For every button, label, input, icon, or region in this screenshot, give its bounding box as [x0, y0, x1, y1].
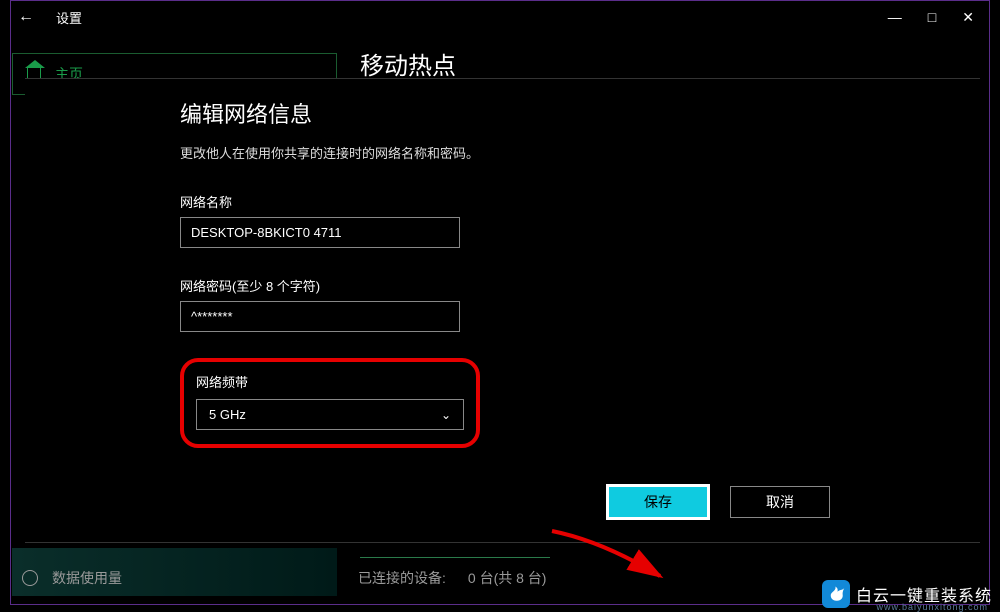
- titlebar: ← 设置 — □ ✕: [12, 2, 988, 32]
- dialog-description: 更改他人在使用你共享的连接时的网络名称和密码。: [180, 143, 825, 162]
- connected-devices: 已连接的设备: 0 台(共 8 台): [358, 568, 546, 588]
- main-content: 移动热点: [360, 40, 980, 81]
- close-button[interactable]: ✕: [962, 9, 974, 26]
- page-title: 移动热点: [360, 46, 980, 81]
- minimize-button[interactable]: —: [888, 9, 902, 26]
- back-button[interactable]: ←: [18, 8, 34, 26]
- network-band-value: 5 GHz: [209, 407, 246, 422]
- network-band-label: 网络频带: [196, 372, 464, 391]
- divider: [360, 556, 550, 558]
- dialog-title: 编辑网络信息: [180, 97, 825, 129]
- connected-devices-label: 已连接的设备:: [358, 568, 446, 588]
- network-name-label: 网络名称: [180, 192, 825, 211]
- chevron-down-icon: ⌄: [441, 408, 451, 422]
- network-band-select[interactable]: 5 GHz ⌄: [196, 399, 464, 430]
- network-password-label: 网络密码(至少 8 个字符): [180, 276, 825, 295]
- data-usage-label: 数据使用量: [52, 568, 122, 588]
- watermark-logo-icon: [822, 580, 850, 608]
- sidebar-item-data-usage[interactable]: 数据使用量: [22, 568, 122, 588]
- annotation-highlight: 网络频带 5 GHz ⌄: [180, 358, 480, 448]
- window-title: 设置: [56, 8, 82, 27]
- network-password-input[interactable]: [180, 301, 460, 332]
- cancel-button[interactable]: 取消: [730, 486, 830, 518]
- data-usage-icon: [22, 570, 38, 586]
- save-button[interactable]: 保存: [608, 486, 708, 518]
- dialog-edit-network: 编辑网络信息 更改他人在使用你共享的连接时的网络名称和密码。 网络名称 网络密码…: [25, 78, 980, 543]
- maximize-button[interactable]: □: [928, 9, 936, 26]
- connected-devices-value: 0 台(共 8 台): [468, 568, 547, 588]
- save-button-label: 保存: [644, 492, 672, 512]
- cancel-button-label: 取消: [766, 492, 794, 512]
- watermark-url: www.baiyunxitong.com: [876, 602, 988, 612]
- network-name-input[interactable]: [180, 217, 460, 248]
